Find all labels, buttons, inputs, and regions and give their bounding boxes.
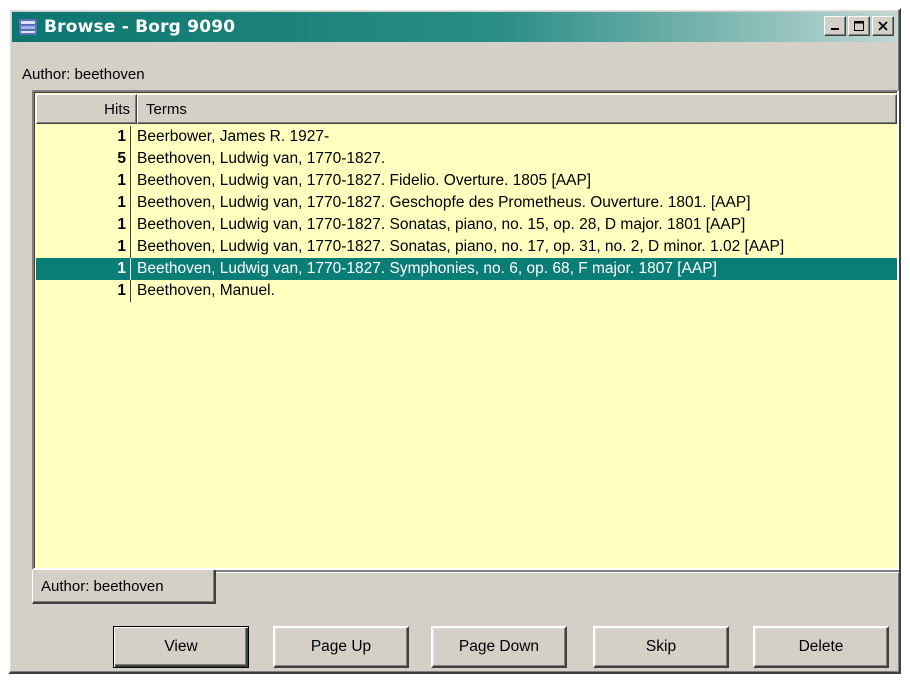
term-text: Beerbower, James R. 1927- <box>137 128 330 145</box>
list-item[interactable]: 1 Beethoven, Ludwig van, 1770-1827. Sonat… <box>36 214 897 236</box>
list-item[interactable]: 1 Beethoven, Manuel. <box>36 280 897 302</box>
term-text: Beethoven, Manuel. <box>137 282 275 299</box>
window-title: Browse - Borg 9090 <box>44 17 236 37</box>
list-item[interactable]: 1 Beethoven, Ludwig van, 1770-1827. Sonat… <box>36 236 897 258</box>
close-icon <box>878 21 888 31</box>
browse-window: Browse - Borg 9090 Author: beethoven Hit… <box>8 8 901 674</box>
terms-column-header[interactable]: Terms <box>137 94 897 124</box>
hits-count: 1 <box>36 280 131 302</box>
maximize-button[interactable] <box>848 16 870 36</box>
minimize-button[interactable] <box>824 16 846 36</box>
list-header: Hits Terms <box>36 94 897 124</box>
minimize-icon <box>831 28 839 30</box>
terms-list[interactable]: Hits Terms 1 Beerbower, James R. 1927- 5 Be… <box>32 90 899 570</box>
hits-column-header[interactable]: Hits <box>36 94 137 124</box>
term-text: Beethoven, Ludwig van, 1770-1827. Sonata… <box>137 216 746 233</box>
list-item[interactable]: 1 Beerbower, James R. 1927- <box>36 126 897 148</box>
delete-button[interactable]: Delete <box>753 626 889 668</box>
author-query-label: Author: beethoven <box>22 66 145 83</box>
view-button[interactable]: View <box>113 626 249 668</box>
term-text: Beethoven, Ludwig van, 1770-1827. <box>137 150 386 167</box>
list-rows: 1 Beerbower, James R. 1927- 5 Beethoven, Lu… <box>36 126 897 302</box>
book-stack-icon[interactable] <box>18 17 38 37</box>
button-row: View Page Up Page Down Skip Delete <box>10 626 903 670</box>
list-item[interactable]: 1 Beethoven, Ludwig van, 1770-1827. Fidel… <box>36 170 897 192</box>
maximize-icon <box>854 21 864 31</box>
page-down-button[interactable]: Page Down <box>431 626 567 668</box>
tab-bar: Author: beethoven <box>32 570 899 606</box>
page-up-button[interactable]: Page Up <box>273 626 409 668</box>
close-button[interactable] <box>872 16 894 36</box>
term-text: Beethoven, Ludwig van, 1770-1827. Sympho… <box>137 260 717 277</box>
term-text: Beethoven, Ludwig van, 1770-1827. Gescho… <box>137 194 751 211</box>
list-item[interactable]: 5 Beethoven, Ludwig van, 1770-1827. <box>36 148 897 170</box>
hits-count: 1 <box>36 192 131 214</box>
hits-count: 1 <box>36 236 131 258</box>
hits-count: 1 <box>36 214 131 236</box>
hits-count: 1 <box>36 126 131 148</box>
skip-button[interactable]: Skip <box>593 626 729 668</box>
hits-count: 1 <box>36 170 131 192</box>
term-text: Beethoven, Ludwig van, 1770-1827. Sonata… <box>137 238 785 255</box>
term-text: Beethoven, Ludwig van, 1770-1827. Fideli… <box>137 172 592 189</box>
title-bar[interactable]: Browse - Borg 9090 <box>12 12 897 42</box>
hits-count: 5 <box>36 148 131 170</box>
list-item[interactable]: 1 Beethoven, Ludwig van, 1770-1827. Gesch… <box>36 192 897 214</box>
window-controls <box>824 16 894 36</box>
tab-author-beethoven[interactable]: Author: beethoven <box>32 570 216 604</box>
list-item[interactable]: 1 Beethoven, Ludwig van, 1770-1827. Symph… <box>36 258 897 280</box>
hits-count: 1 <box>36 258 131 280</box>
